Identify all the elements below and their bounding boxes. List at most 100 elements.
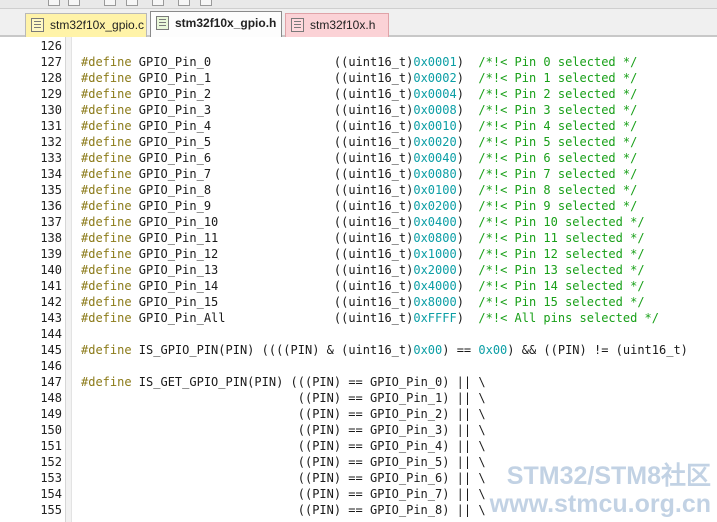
code-editor[interactable]: 126 127 #define GPIO_Pin_0 ((uint16_t)0x00… (0, 38, 717, 518)
hex-literal: 0x0010 (413, 119, 457, 133)
code-token: ) (456, 167, 479, 181)
code-token: GPIO_Pin_9 ((uint16_t) (131, 199, 414, 213)
code-line[interactable]: 126 (0, 38, 717, 54)
code-text: #define GPIO_Pin_14 ((uint16_t)0x4000) /… (81, 278, 645, 294)
code-line[interactable]: 147 #define IS_GET_GPIO_PIN(PIN) (((PIN) … (0, 374, 717, 390)
code-line[interactable]: 141 #define GPIO_Pin_14 ((uint16_t)0x4000… (0, 278, 717, 294)
code-text: #define GPIO_Pin_11 ((uint16_t)0x0800) /… (81, 230, 645, 246)
code-line[interactable]: 136 #define GPIO_Pin_9 ((uint16_t)0x0200)… (0, 198, 717, 214)
code-line[interactable]: 142 #define GPIO_Pin_15 ((uint16_t)0x8000… (0, 294, 717, 310)
code-line[interactable]: 155 ((PIN) == GPIO_Pin_8) || \ (0, 502, 717, 518)
code-text: #define GPIO_Pin_12 ((uint16_t)0x1000) /… (81, 246, 645, 262)
code-token: ((PIN) == GPIO_Pin_2) || \ (81, 407, 486, 421)
code-line[interactable]: 135 #define GPIO_Pin_8 ((uint16_t)0x0100)… (0, 182, 717, 198)
code-line[interactable]: 139 #define GPIO_Pin_12 ((uint16_t)0x1000… (0, 246, 717, 262)
hex-literal: 0x0020 (413, 135, 457, 149)
code-line[interactable]: 151 ((PIN) == GPIO_Pin_4) || \ (0, 438, 717, 454)
code-line[interactable]: 145 #define IS_GPIO_PIN(PIN) ((((PIN) & (… (0, 342, 717, 358)
code-line[interactable]: 144 (0, 326, 717, 342)
code-text: #define IS_GET_GPIO_PIN(PIN) (((PIN) == … (81, 374, 486, 390)
code-comment: /*!< Pin 5 selected */ (478, 135, 638, 149)
code-comment: /*!< Pin 15 selected */ (478, 295, 645, 309)
code-line[interactable]: 128 #define GPIO_Pin_1 ((uint16_t)0x0002)… (0, 70, 717, 86)
hex-literal: 0x0008 (413, 103, 457, 117)
code-line[interactable]: 146 (0, 358, 717, 374)
code-comment: /*!< Pin 4 selected */ (478, 119, 638, 133)
code-line[interactable]: 132 #define GPIO_Pin_5 ((uint16_t)0x0020)… (0, 134, 717, 150)
code-token: GPIO_Pin_7 ((uint16_t) (131, 167, 414, 181)
code-token: ) (456, 215, 479, 229)
code-token: GPIO_Pin_15 ((uint16_t) (131, 295, 414, 309)
code-text: #define GPIO_Pin_2 ((uint16_t)0x0004) /*… (81, 86, 637, 102)
code-text: #define GPIO_Pin_5 ((uint16_t)0x0020) /*… (81, 134, 637, 150)
code-line[interactable]: 134 #define GPIO_Pin_7 ((uint16_t)0x0080)… (0, 166, 717, 182)
code-line[interactable]: 129 #define GPIO_Pin_2 ((uint16_t)0x0004)… (0, 86, 717, 102)
line-number: 152 (40, 455, 62, 469)
copy-icon[interactable] (126, 0, 138, 6)
line-number: 135 (40, 183, 62, 197)
code-text: #define GPIO_Pin_10 ((uint16_t)0x0400) /… (81, 214, 645, 230)
code-comment: /*!< Pin 2 selected */ (478, 87, 638, 101)
code-token: GPIO_Pin_13 ((uint16_t) (131, 263, 414, 277)
code-token: ) (456, 151, 479, 165)
hex-literal: 0x0002 (413, 71, 457, 85)
code-token: ) (456, 231, 479, 245)
code-line[interactable]: 154 ((PIN) == GPIO_Pin_7) || \ (0, 486, 717, 502)
tab-stm32f10x-gpio-h[interactable]: stm32f10x_gpio.h (150, 11, 282, 37)
code-token: ) (456, 311, 479, 325)
code-line[interactable]: 148 ((PIN) == GPIO_Pin_1) || \ (0, 390, 717, 406)
code-token: ) (456, 199, 479, 213)
line-number: 143 (40, 311, 62, 325)
code-line[interactable]: 153 ((PIN) == GPIO_Pin_6) || \ (0, 470, 717, 486)
cut-icon[interactable] (68, 0, 80, 6)
code-token: ) (456, 135, 479, 149)
tab-stm32f10x-gpio-c[interactable]: stm32f10x_gpio.c (25, 13, 147, 37)
code-token: GPIO_Pin_2 ((uint16_t) (131, 87, 414, 101)
preprocessor-keyword: #define (81, 183, 132, 197)
code-text: #define GPIO_Pin_6 ((uint16_t)0x0040) /*… (81, 150, 637, 166)
code-token: GPIO_Pin_10 ((uint16_t) (131, 215, 414, 229)
line-number: 127 (40, 55, 62, 69)
code-token: IS_GPIO_PIN(PIN) ((((PIN) & (uint16_t) (131, 343, 414, 357)
code-line[interactable]: 133 #define GPIO_Pin_6 ((uint16_t)0x0040)… (0, 150, 717, 166)
toolbar (0, 0, 717, 9)
code-line[interactable]: 131 #define GPIO_Pin_4 ((uint16_t)0x0010)… (0, 118, 717, 134)
hex-literal: 0x0004 (413, 87, 457, 101)
code-token: ((PIN) == GPIO_Pin_6) || \ (81, 471, 486, 485)
line-number: 131 (40, 119, 62, 133)
line-number: 144 (40, 327, 62, 341)
find-icon[interactable] (152, 0, 164, 6)
code-line[interactable]: 137 #define GPIO_Pin_10 ((uint16_t)0x0400… (0, 214, 717, 230)
code-line[interactable]: 150 ((PIN) == GPIO_Pin_3) || \ (0, 422, 717, 438)
code-text: #define IS_GPIO_PIN(PIN) ((((PIN) & (uin… (81, 342, 688, 358)
code-line[interactable]: 138 #define GPIO_Pin_11 ((uint16_t)0x0800… (0, 230, 717, 246)
code-text: #define GPIO_Pin_8 ((uint16_t)0x0100) /*… (81, 182, 637, 198)
bookmark-icon[interactable] (178, 0, 190, 6)
code-line[interactable]: 149 ((PIN) == GPIO_Pin_2) || \ (0, 406, 717, 422)
code-comment: /*!< Pin 6 selected */ (478, 151, 638, 165)
code-token: ) (456, 263, 479, 277)
code-line[interactable]: 140 #define GPIO_Pin_13 ((uint16_t)0x2000… (0, 262, 717, 278)
code-token: GPIO_Pin_3 ((uint16_t) (131, 103, 414, 117)
code-line[interactable]: 152 ((PIN) == GPIO_Pin_5) || \ (0, 454, 717, 470)
line-number: 142 (40, 295, 62, 309)
hex-literal: 0x0040 (413, 151, 457, 165)
paste-icon[interactable] (104, 0, 116, 6)
preprocessor-keyword: #define (81, 375, 132, 389)
tab-stm32f10x-h[interactable]: stm32f10x.h (285, 13, 389, 37)
code-token: GPIO_Pin_14 ((uint16_t) (131, 279, 414, 293)
code-line[interactable]: 143 #define GPIO_Pin_All ((uint16_t)0xFFF… (0, 310, 717, 326)
line-number: 136 (40, 199, 62, 213)
code-line[interactable]: 130 #define GPIO_Pin_3 ((uint16_t)0x0008)… (0, 102, 717, 118)
dropdown-icon[interactable] (48, 0, 60, 6)
code-line[interactable]: 127 #define GPIO_Pin_0 ((uint16_t)0x0001)… (0, 54, 717, 70)
line-number: 134 (40, 167, 62, 181)
code-token: ) (456, 183, 479, 197)
line-number: 128 (40, 71, 62, 85)
check-icon[interactable] (200, 0, 212, 6)
hex-literal: 0x0001 (413, 55, 457, 69)
code-token: ) (456, 87, 479, 101)
line-number: 149 (40, 407, 62, 421)
hex-literal: 0x0400 (413, 215, 457, 229)
code-token: GPIO_Pin_All ((uint16_t) (131, 311, 414, 325)
